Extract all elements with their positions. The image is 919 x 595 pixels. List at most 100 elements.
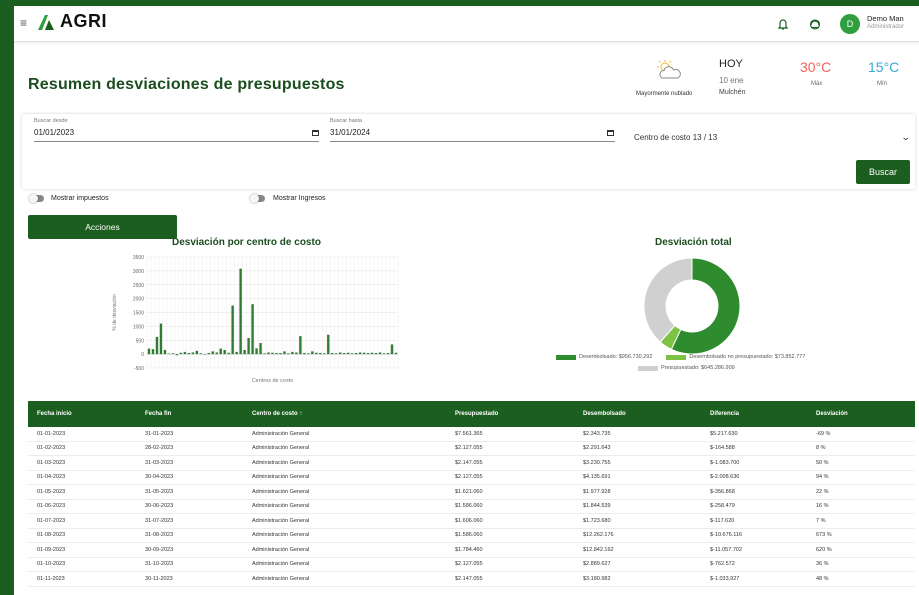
weather-today: HOY [719, 58, 743, 70]
date-from-input[interactable]: 01/01/2023 [34, 128, 74, 137]
bar [227, 352, 230, 355]
bar [259, 343, 262, 355]
table-cell: 01-03-2023 [37, 459, 66, 466]
table-cell: $1.977.928 [583, 488, 611, 495]
search-button[interactable]: Buscar [856, 160, 910, 184]
table-cell: 31-05-2023 [145, 488, 174, 495]
logo[interactable]: AGRI [36, 11, 107, 32]
income-toggle[interactable] [250, 194, 265, 203]
table-cell: 01-02-2023 [37, 445, 66, 452]
table-cell: $1.586.060 [455, 503, 483, 510]
col-start-date[interactable]: Fecha inicio [28, 411, 145, 417]
table-body: 01-01-2023 31-01-2023 Administración Gener… [28, 427, 915, 587]
actions-button[interactable]: Acciones [28, 215, 177, 239]
deviation-table: Fecha inicio Fecha fin Centro de costo ↑… [28, 401, 915, 587]
table-row[interactable]: 01-01-2023 31-01-2023 Administración Gener… [28, 427, 915, 442]
table-row[interactable]: 01-10-2023 31-10-2023 Administración Gener… [28, 558, 915, 572]
table-row[interactable]: 01-07-2023 31-07-2023 Administración Gener… [28, 514, 915, 529]
bar [163, 349, 167, 355]
table-cell: $2.127.055 [455, 561, 483, 568]
bar [358, 352, 362, 355]
bar [199, 353, 202, 355]
top-bar: ≡ AGRI D Demo Man Administrador [14, 6, 919, 42]
table-cell: $-1.033.927 [710, 575, 740, 582]
bar [386, 353, 390, 355]
table-row[interactable]: 01-05-2023 31-05-2023 Administración Gener… [28, 485, 915, 500]
bar [191, 352, 195, 355]
bar [287, 353, 290, 355]
user-name: Demo Man [867, 14, 904, 23]
y-tick-label: 0 [141, 352, 144, 358]
table-cell: Administración General [252, 488, 310, 495]
legend-swatch-budgeted [638, 365, 658, 371]
bar [267, 352, 270, 355]
bar [303, 353, 306, 355]
table-cell: $12.262.176 [583, 532, 614, 539]
calendar-from-icon[interactable] [312, 130, 319, 136]
col-disbursed[interactable]: Desembolsado [583, 411, 710, 417]
table-cell: Administración General [252, 503, 310, 510]
date-to-input[interactable]: 31/01/2024 [330, 128, 370, 137]
table-row[interactable]: 01-06-2023 30-06-2023 Administración Gener… [28, 500, 915, 514]
table-cell: $-356.868 [710, 488, 735, 495]
bar [374, 353, 378, 355]
support-icon[interactable] [806, 15, 824, 33]
page-title: Resumen desviaciones de presupuestos [28, 76, 345, 93]
bar [167, 353, 171, 355]
table-row[interactable]: 01-02-2023 28-02-2023 Administración Gener… [28, 442, 915, 456]
cost-center-select[interactable]: Centro de costo 13 / 13 [634, 133, 717, 142]
legend-swatch-unbudgeted [666, 354, 687, 360]
bar [235, 351, 238, 355]
date-to-underline [330, 141, 615, 142]
chevron-down-icon[interactable]: ⌄ [901, 132, 911, 143]
bar [215, 352, 218, 355]
table-row[interactable]: 01-08-2023 31-08-2023 Administración Gener… [28, 529, 915, 543]
menu-icon[interactable]: ≡ [20, 17, 27, 29]
table-cell: $-258.479 [710, 503, 735, 510]
bar [378, 352, 382, 355]
bar [394, 352, 398, 355]
x-axis-label: Centros de costo [252, 378, 294, 384]
col-difference[interactable]: Diferencia [710, 411, 816, 417]
col-budgeted[interactable]: Presupuestado [455, 411, 583, 417]
weather-description: Mayormente nublado [636, 91, 693, 97]
bar [223, 349, 226, 355]
table-cell: $1.844.539 [583, 503, 611, 510]
date-from-underline [34, 141, 319, 142]
table-row[interactable]: 01-04-2023 30-04-2023 Administración Gener… [28, 471, 915, 485]
table-cell: 16 % [816, 503, 829, 510]
table-cell: 31-01-2023 [145, 430, 174, 437]
table-cell: 31-03-2023 [145, 459, 174, 466]
bell-icon[interactable] [774, 15, 792, 33]
table-cell: $7.561.365 [455, 430, 483, 437]
y-tick-label: 1500 [133, 311, 144, 317]
table-cell: $3.180.982 [583, 575, 611, 582]
weather-location: Mulchén [719, 89, 746, 96]
user-role: Administrador [867, 24, 905, 30]
y-tick-label: 2000 [133, 297, 144, 303]
bar [323, 353, 326, 355]
app-frame: ≡ AGRI D Demo Man Administrador Resumen … [14, 6, 919, 595]
legend-disbursed: Desembolsado: $956.730.292 [579, 354, 653, 360]
col-cost-center[interactable]: Centro de costo ↑ [252, 411, 455, 417]
bar [283, 351, 286, 355]
table-row[interactable]: 01-09-2023 30-09-2023 Administración Gener… [28, 543, 915, 558]
col-end-date[interactable]: Fecha fin [145, 411, 252, 417]
table-cell: $-10.676.116 [710, 532, 743, 539]
avatar[interactable]: D [840, 14, 860, 34]
col-deviation[interactable]: Desviación [816, 411, 915, 417]
table-cell: $2.147.055 [455, 459, 483, 466]
bar [327, 334, 330, 355]
table-row[interactable]: 01-11-2023 30-11-2023 Administración Gener… [28, 572, 915, 587]
table-cell: 22 % [816, 488, 829, 495]
bar [370, 352, 374, 355]
legend-unbudgeted: Desembolsado no presupuestado: $73.852.7… [689, 354, 806, 360]
table-cell: 48 % [816, 575, 829, 582]
bar [307, 353, 310, 355]
table-row[interactable]: 01-03-2023 31-03-2023 Administración Gener… [28, 456, 915, 471]
table-cell: $5.217.630 [710, 430, 738, 437]
table-cell: 28-02-2023 [145, 445, 174, 452]
calendar-to-icon[interactable] [607, 130, 614, 136]
taxes-toggle[interactable] [29, 194, 44, 203]
table-cell: $-11.057.702 [710, 546, 743, 553]
